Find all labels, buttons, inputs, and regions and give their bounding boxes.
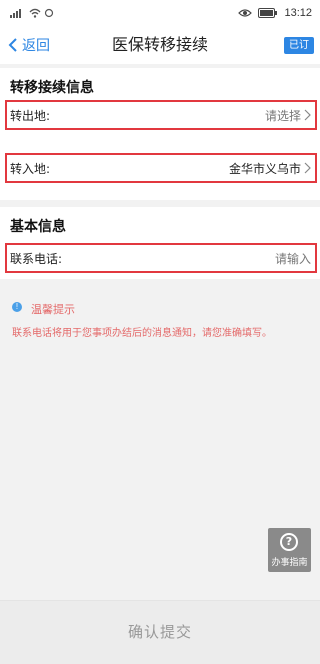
submit-button[interactable]: 确认提交 [0,600,320,664]
sync-icon [44,8,54,18]
phone-label: 联系电话: [10,251,63,266]
guide-button[interactable]: ? 办事指南 [268,528,311,572]
info-icon: ! [12,302,22,312]
phone-input[interactable]: 请输入 [275,250,311,267]
tip-title: 温馨提示 [31,303,75,316]
transfer-out-row[interactable]: 转出地: 请选择 [5,100,317,130]
phone-row[interactable]: 联系电话: 请输入 [5,243,317,273]
back-label: 返回 [22,38,50,54]
basic-section-title: 基本信息 [10,219,66,235]
transfer-in-select[interactable]: 金华市义乌市 [229,160,311,177]
question-icon: ? [280,533,298,551]
eye-icon [238,9,253,17]
transfer-out-select[interactable]: 请选择 [265,107,311,124]
tip-text: 联系电话将用于您事项办结后的消息通知，请您准确填写。 [12,328,272,339]
status-time: 13:12 [284,7,312,19]
subscribe-button[interactable]: 已订 [284,37,314,54]
basic-info-card: 基本信息 联系电话: 请输入 [0,207,320,279]
transfer-out-label: 转出地: [10,108,51,123]
chevron-right-icon [304,109,311,121]
guide-label: 办事指南 [271,558,308,568]
signal-icon [10,9,21,18]
back-button[interactable]: 返回 [8,26,50,64]
chevron-left-icon [8,38,17,52]
chevron-right-icon [304,162,311,174]
wifi-icon [29,8,41,18]
transfer-info-card: 转移接续信息 转出地: 请选择 转入地: 金华市义乌市 [0,68,320,200]
battery-icon [258,8,278,18]
transfer-out-placeholder: 请选择 [264,108,301,123]
status-left [10,6,54,20]
phone-placeholder: 请输入 [274,251,311,266]
transfer-in-row[interactable]: 转入地: 金华市义乌市 [5,153,317,183]
nav-bar: 医保转移接续 返回 已订 [0,26,320,64]
status-right: 13:12 [238,5,312,21]
transfer-in-label: 转入地: [10,161,51,176]
status-bar: 13:12 [0,0,320,26]
transfer-section-title: 转移接续信息 [10,80,94,96]
transfer-in-value: 金华市义乌市 [228,161,301,176]
